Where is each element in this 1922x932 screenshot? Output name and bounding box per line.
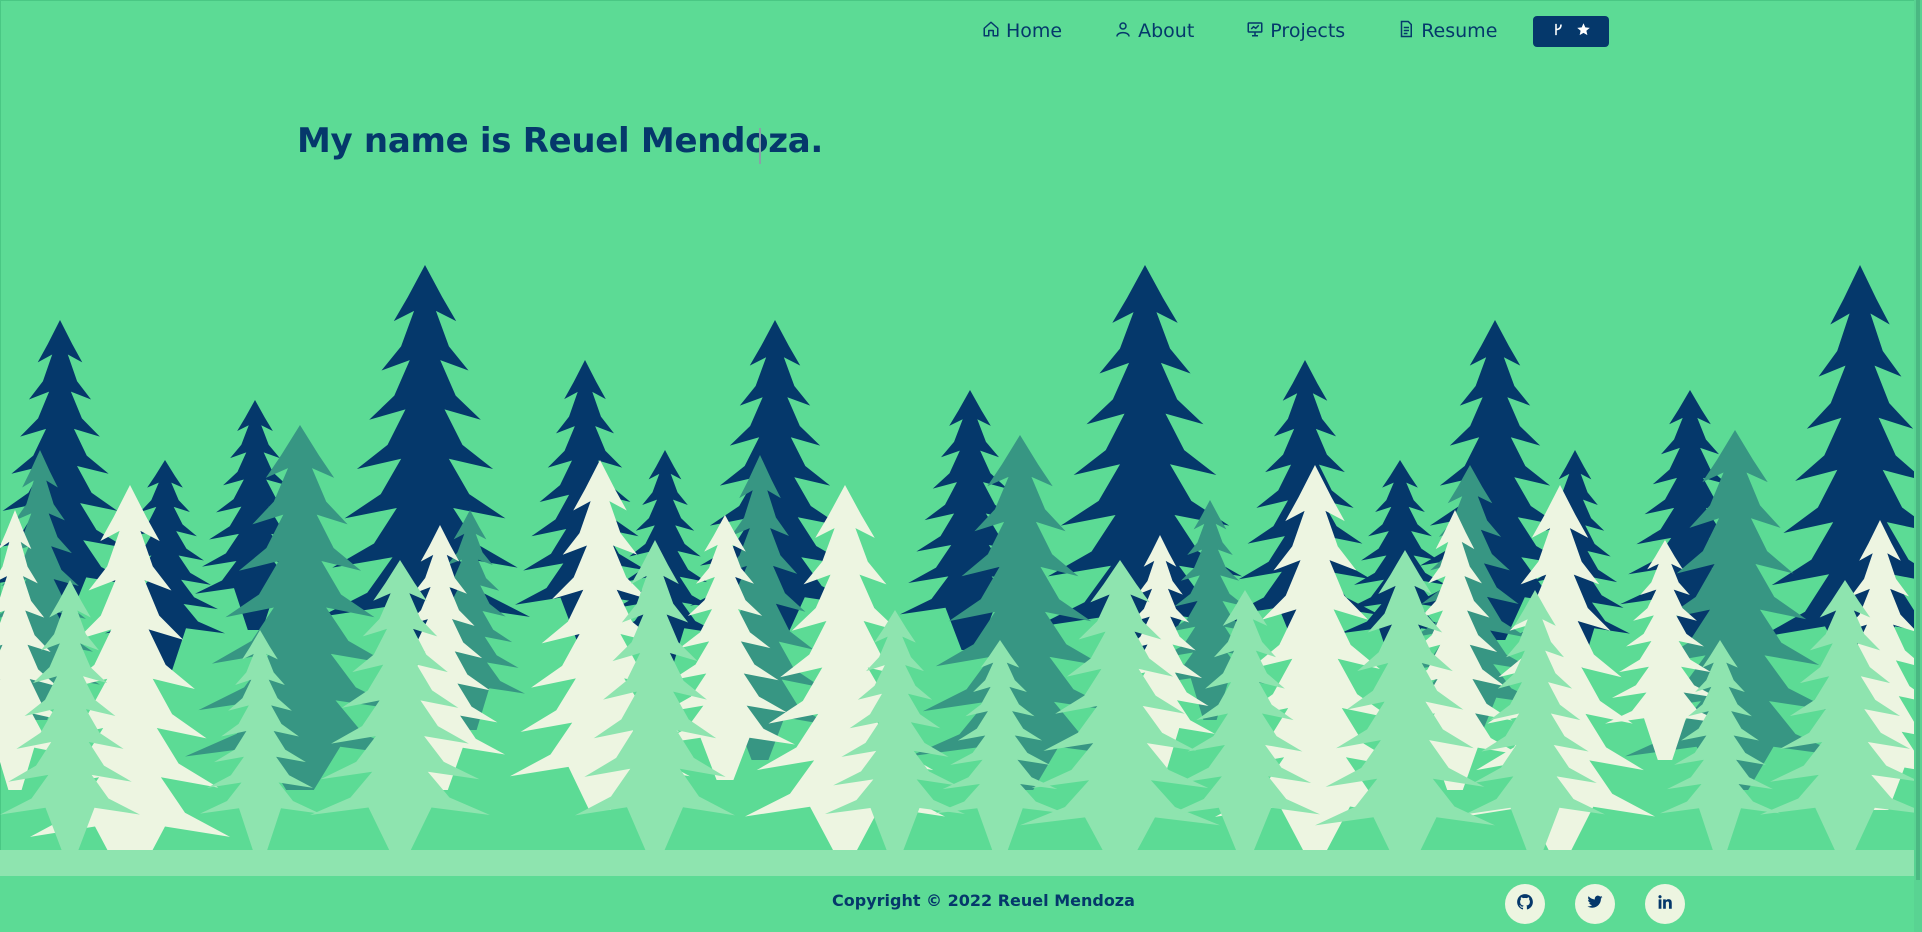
github-link[interactable] [1505,884,1545,924]
nav-resume-label: Resume [1421,20,1498,42]
twitter-icon [1586,893,1604,915]
forest-ground [0,850,1914,876]
typing-cursor [759,128,761,164]
github-icon [1516,893,1534,915]
star-icon [1576,22,1591,41]
hero-title: My name is Reuel Mendoza. [297,121,823,161]
copyright-text: Copyright © 2022 Reuel Mendoza [832,891,1135,910]
forest-illustration [0,265,1914,876]
nav-home[interactable]: Home [982,20,1062,43]
scrollbar[interactable] [1914,0,1922,932]
nav-projects-label: Projects [1270,20,1346,42]
nav-home-label: Home [1006,20,1063,42]
presentation-icon [1246,20,1264,43]
user-icon [1114,20,1132,43]
document-icon [1397,20,1415,43]
linkedin-link[interactable] [1645,884,1685,924]
main-nav: Home About Projects Resume [982,14,1610,48]
github-star-button[interactable] [1533,15,1610,47]
twitter-link[interactable] [1575,884,1615,924]
git-fork-icon [1551,22,1566,41]
nav-resume[interactable]: Resume [1397,20,1497,43]
linkedin-icon [1656,893,1674,915]
nav-projects[interactable]: Projects [1246,20,1345,43]
nav-about[interactable]: About [1114,20,1194,43]
top-border [0,0,1922,1]
tree [320,265,530,650]
home-icon [982,20,1000,43]
nav-about-label: About [1138,20,1195,42]
